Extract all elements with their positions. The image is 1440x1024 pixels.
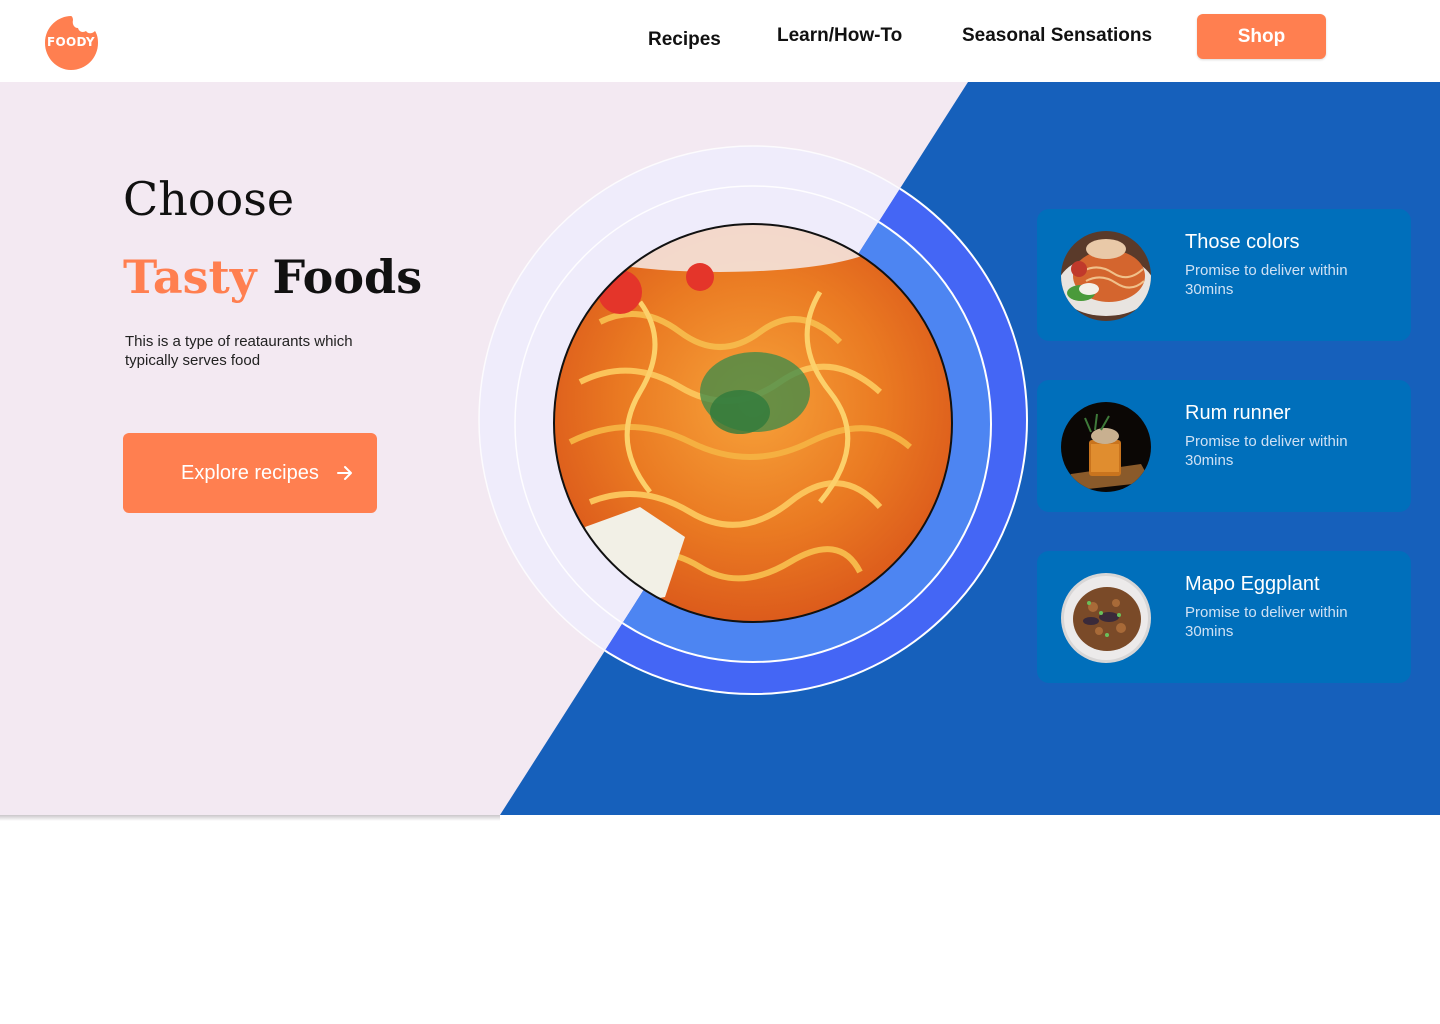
foody-logo[interactable]: FOODY — [43, 14, 99, 70]
food-card[interactable]: Those colors Promise to deliver within 3… — [1037, 209, 1411, 341]
hero-title-rest: Foods — [272, 250, 423, 304]
card-title: Mapo Eggplant — [1185, 573, 1320, 595]
explore-recipes-button[interactable]: Explore recipes — [123, 433, 377, 513]
card-title: Those colors — [1185, 231, 1300, 253]
food-card[interactable]: Rum runner Promise to deliver within 30m… — [1037, 380, 1411, 512]
arrow-right-icon — [335, 463, 355, 483]
shop-button[interactable]: Shop — [1197, 14, 1326, 59]
card-description: Promise to deliver within 30mins — [1185, 433, 1348, 469]
food-card[interactable]: Mapo Eggplant Promise to deliver within … — [1037, 551, 1411, 683]
card-description: Promise to deliver within 30mins — [1185, 262, 1348, 298]
card-description: Promise to deliver within 30mins — [1185, 604, 1348, 640]
site-header: FOODY Recipes Learn/How-To Seasonal Sens… — [0, 0, 1440, 82]
hero-shadow — [0, 815, 500, 821]
hero-title-line1: Choose — [123, 172, 295, 226]
hero-subtitle: This is a type of reataurants which typi… — [125, 333, 353, 369]
hero-title-line2: Tasty Foods — [123, 250, 422, 304]
logo-text: FOODY — [47, 35, 95, 49]
eggplant-dish-image — [1061, 573, 1151, 663]
pasta-dish-image — [1061, 231, 1151, 321]
hero-section: Choose Tasty Foods This is a type of rea… — [0, 82, 1440, 815]
cocktail-glass-image — [1061, 402, 1151, 492]
nav-learn-howto-link[interactable]: Learn/How-To — [777, 25, 902, 47]
explore-recipes-label: Explore recipes — [181, 461, 319, 484]
card-title: Rum runner — [1185, 402, 1291, 424]
nav-recipes-link[interactable]: Recipes — [648, 29, 721, 51]
hero-title-highlight: Tasty — [123, 250, 257, 304]
nav-seasonal-sensations-link[interactable]: Seasonal Sensations — [962, 25, 1152, 47]
